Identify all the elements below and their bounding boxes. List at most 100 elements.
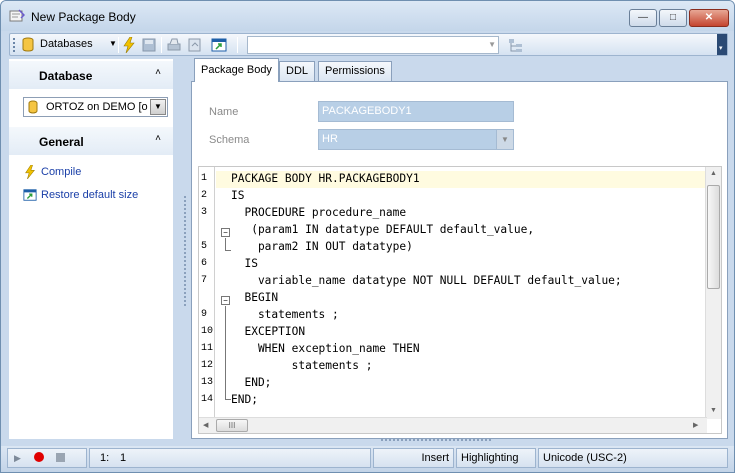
highlighting-status: Highlighting <box>456 448 536 468</box>
cursor-line: 1: <box>100 452 110 464</box>
fold-toggle-icon[interactable]: − <box>221 228 230 237</box>
line-number: 3 <box>201 207 208 218</box>
close-button[interactable]: ✕ <box>689 9 729 27</box>
vertical-scrollbar[interactable]: ▲ ▼ <box>705 167 721 419</box>
code-line[interactable]: param2 IN OUT datatype) <box>231 240 413 253</box>
code-line[interactable]: statements ; <box>231 308 339 321</box>
restore-size-icon[interactable] <box>211 37 227 53</box>
name-label: Name <box>209 106 239 118</box>
schema-label: Schema <box>209 134 250 146</box>
databases-button[interactable]: Databases <box>40 38 93 50</box>
code-line[interactable]: variable_name datatype NOT NULL DEFAULT … <box>231 274 622 287</box>
restore-default-size-link[interactable]: Restore default size <box>23 188 138 202</box>
line-number: 10 <box>201 326 214 337</box>
scroll-right-icon[interactable]: ▶ <box>693 421 698 429</box>
general-panel-header[interactable]: General ˄ <box>9 127 173 155</box>
line-number: 6 <box>201 258 208 269</box>
line-number: 13 <box>201 377 214 388</box>
export-icon[interactable] <box>188 37 202 53</box>
package-icon <box>9 9 25 22</box>
compile-label[interactable]: Compile <box>41 166 81 178</box>
tab-strip: Package Body DDL Permissions <box>191 58 728 82</box>
code-line[interactable]: WHEN exception_name THEN <box>231 342 420 355</box>
tree-icon[interactable] <box>508 37 524 53</box>
insert-mode: Insert <box>373 448 454 468</box>
cursor-position: 1: 1 <box>89 448 371 468</box>
tab-ddl[interactable]: DDL <box>279 61 316 81</box>
code-line[interactable]: PROCEDURE procedure_name <box>231 206 406 219</box>
restore-default-size-label[interactable]: Restore default size <box>41 189 138 201</box>
databases-dropdown-icon[interactable]: ▼ <box>109 39 117 48</box>
line-number: 5 <box>201 241 208 252</box>
code-line[interactable]: (param1 IN datatype DEFAULT default_valu… <box>231 223 534 236</box>
horizontal-scrollbar[interactable]: ◀ III ▶ <box>199 417 707 433</box>
compile-link[interactable]: Compile <box>23 165 81 179</box>
window-title: New Package Body <box>31 10 136 24</box>
toolbar-separator <box>118 37 119 53</box>
code-line[interactable]: BEGIN <box>231 291 278 304</box>
line-number-gutter: 1 2 3 5 6 7 9 10 11 12 13 14 <box>199 167 215 433</box>
code-line[interactable]: statements ; <box>231 359 373 372</box>
compile-icon[interactable] <box>122 37 136 53</box>
database-panel-header[interactable]: Database ˄ <box>9 61 173 89</box>
database-select[interactable]: ORTOZ on DEMO [o ▼ <box>23 97 168 117</box>
fold-line <box>225 306 226 399</box>
print-icon[interactable] <box>166 37 182 53</box>
navigation-pane: Database ˄ ORTOZ on DEMO [o ▼ General ˄ … <box>9 59 173 439</box>
chevron-down-icon[interactable]: ▼ <box>496 130 513 149</box>
toolbar-grip[interactable] <box>13 38 16 52</box>
toolbar-separator <box>237 37 238 53</box>
scroll-down-icon[interactable]: ▼ <box>710 407 717 414</box>
compile-icon <box>25 165 35 179</box>
toolbar-separator <box>161 37 162 53</box>
sql-editor[interactable]: 1 2 3 5 6 7 9 10 11 12 13 14 − − PACKAGE… <box>198 166 722 434</box>
code-line[interactable]: END; <box>231 393 258 406</box>
stop-icon[interactable] <box>56 453 65 462</box>
general-panel-title: General <box>39 135 84 149</box>
breakpoint-icon[interactable] <box>34 452 44 462</box>
run-icon[interactable]: ▶ <box>14 453 21 464</box>
code-line[interactable]: EXCEPTION <box>231 325 305 338</box>
editor-pane: Package Body DDL Permissions Name PACKAG… <box>191 58 728 439</box>
scroll-left-icon[interactable]: ◀ <box>203 421 208 429</box>
cursor-column: 1 <box>120 452 127 464</box>
code-line[interactable]: IS <box>231 189 244 202</box>
tab-package-body[interactable]: Package Body <box>194 58 279 82</box>
schema-value: HR <box>322 133 338 145</box>
code-line[interactable]: IS <box>231 257 257 270</box>
schema-select[interactable]: HR ▼ <box>318 129 514 150</box>
line-number: 14 <box>201 394 214 405</box>
database-panel-title: Database <box>39 69 93 83</box>
line-number: 9 <box>201 309 208 320</box>
horizontal-splitter[interactable] <box>381 439 491 443</box>
chevron-down-icon[interactable]: ▼ <box>488 40 496 49</box>
status-bar: ▶ 1: 1 Insert Highlighting Unicode (USC-… <box>1 446 734 472</box>
line-number: 1 <box>201 173 208 184</box>
save-icon[interactable] <box>142 37 156 53</box>
toolbar-combo[interactable]: ▼ <box>247 36 499 54</box>
toolbar-overflow-button[interactable]: ▾ <box>717 34 727 55</box>
restore-size-icon <box>23 189 37 201</box>
name-field[interactable]: PACKAGEBODY1 <box>318 101 514 122</box>
fold-toggle-icon[interactable]: − <box>221 296 230 305</box>
database-select-value: ORTOZ on DEMO [o <box>46 101 148 113</box>
maximize-button[interactable]: □ <box>659 9 687 27</box>
chevron-down-icon[interactable]: ▼ <box>150 99 166 115</box>
encoding-status: Unicode (USC-2) <box>538 448 728 468</box>
horizontal-scroll-thumb[interactable]: III <box>216 419 248 432</box>
tab-page: Name PACKAGEBODY1 Schema HR ▼ 1 2 3 5 6 … <box>191 81 728 439</box>
tab-permissions[interactable]: Permissions <box>318 61 392 81</box>
minimize-button[interactable]: — <box>629 9 657 27</box>
line-number: 2 <box>201 190 208 201</box>
overflow-icon: ▾ <box>719 45 723 52</box>
database-icon <box>28 100 38 114</box>
scroll-up-icon[interactable]: ▲ <box>710 170 717 177</box>
code-line[interactable]: END; <box>231 376 271 389</box>
vertical-splitter[interactable] <box>184 196 188 306</box>
collapse-icon[interactable]: ˄ <box>155 133 161 144</box>
vertical-scroll-thumb[interactable] <box>707 185 720 289</box>
code-line[interactable]: PACKAGE BODY HR.PACKAGEBODY1 <box>231 172 420 185</box>
toolbar: Databases ▼ ▼ ▾ <box>9 33 728 56</box>
database-icon[interactable] <box>22 37 34 52</box>
collapse-icon[interactable]: ˄ <box>155 67 161 78</box>
